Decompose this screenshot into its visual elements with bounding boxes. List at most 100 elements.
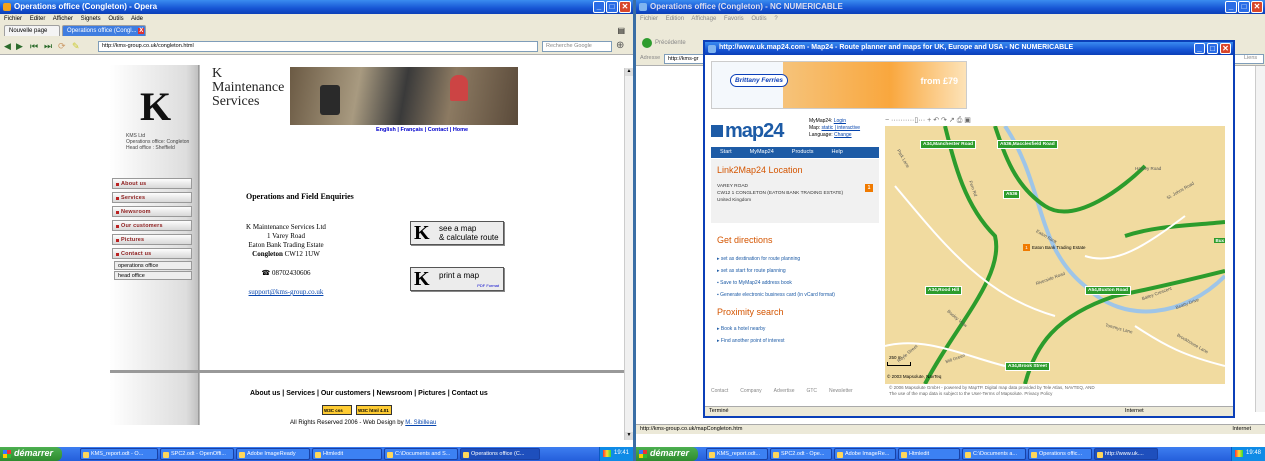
save-icon[interactable]: ▣ [964,117,971,124]
minimize-button[interactable]: _ [1194,43,1205,54]
map-mode-link[interactable]: static | interactive [822,125,861,131]
menu-aide[interactable]: Aide [131,16,143,22]
tab-operations-office[interactable]: Operations office (Congl... X [62,25,146,36]
menu-fichier[interactable]: Fichier [4,16,22,22]
taskbar-item[interactable]: KMS_report.odt - O... [80,448,158,460]
footer-about[interactable]: About us [250,390,280,397]
w3c-css-badge[interactable]: W3C css [322,405,352,415]
footer-newsroom[interactable]: Newsroom [377,390,413,397]
back-label[interactable]: Précédente [655,40,686,46]
nav-help[interactable]: Help [823,147,852,157]
menu-favoris[interactable]: Favoris [724,16,744,22]
nav-pictures[interactable]: Pictures [112,234,192,245]
link-english[interactable]: English [376,127,396,133]
footer-advertise[interactable]: Advertise [774,388,795,394]
menu-signets[interactable]: Signets [81,16,101,22]
footer-contact[interactable]: Contact [711,388,728,394]
dir-save-link[interactable]: ▪ Save to MyMap24 address book [717,277,835,289]
footer-company[interactable]: Company [740,388,761,394]
designer-link[interactable]: M. Sibilleau [405,420,436,426]
reload-icon[interactable]: ⟳ [58,41,66,52]
footer-gtc[interactable]: GTC [806,388,817,394]
footer-pictures[interactable]: Pictures [418,390,446,397]
nav-contact-us[interactable]: Contact us [112,248,192,259]
taskbar-item[interactable]: SPC2.odt - Ope... [770,448,832,460]
ad-banner[interactable]: Brittany Ferries from £79 [711,61,967,109]
menu-help[interactable]: ? [774,16,777,22]
tab-menu-icon[interactable]: ▤ [617,26,625,35]
subnav-head-office[interactable]: head office [114,271,192,280]
maximize-button[interactable]: □ [1238,1,1250,13]
close-button[interactable]: ✕ [1251,1,1263,13]
poi-link[interactable]: ▸ Find another point of interest [717,335,785,347]
hotel-link[interactable]: ▸ Book a hotel nearby [717,323,785,335]
menu-outils[interactable]: Outils [751,16,766,22]
footer-customers[interactable]: Our customers [321,390,371,397]
nav-about-us[interactable]: About us [112,178,192,189]
tab-new-page[interactable]: Nouvelle page [4,25,60,36]
print-map-button[interactable]: K print a map PDF Format [410,267,504,291]
taskbar-item[interactable]: Htmledit [898,448,960,460]
taskbar-item[interactable]: Operations offic... [1028,448,1092,460]
nav-newsroom[interactable]: Newsroom [112,206,192,217]
maximize-button[interactable]: □ [606,1,618,13]
zoom-slider[interactable]: ··········▯··· [891,117,925,124]
language-change-link[interactable]: Change [834,132,852,138]
nav-products[interactable]: Products [783,147,823,157]
back-icon[interactable]: ◀ [4,41,11,52]
nav-start[interactable]: Start [711,147,741,157]
poi-marker-icon[interactable]: 1 [1023,244,1030,251]
start-button[interactable]: démarrer [636,447,698,461]
taskbar-item[interactable]: SPC2.odt - OpenOffi... [160,448,234,460]
vertical-scrollbar[interactable]: ▲ ▼ [624,68,633,440]
minimize-button[interactable]: _ [1225,1,1237,13]
menu-afficher[interactable]: Afficher [53,16,73,22]
subnav-operations-office[interactable]: operations office [114,261,192,270]
taskbar-item[interactable]: Htmledit [312,448,382,460]
see-map-button[interactable]: K see a map & calculate route [410,221,504,245]
edit-icon[interactable]: ✎ [72,41,80,52]
close-button[interactable]: ✕ [619,1,631,13]
dir-vcard-link[interactable]: ▪ Generate electronic business card (in … [717,289,835,301]
taskbar-item[interactable]: C:\Documents a... [962,448,1026,460]
zoom-icon[interactable]: ⊕ [616,40,624,51]
link-contact[interactable]: Contact [428,127,448,133]
zoom-in-icon[interactable]: + [927,117,931,124]
taskbar-item-active[interactable]: Operations office (C... [460,448,540,460]
taskbar-item[interactable]: C:\Documents and S... [384,448,458,460]
zoom-out-icon[interactable]: − [885,117,889,124]
nav-our-customers[interactable]: Our customers [112,220,192,231]
support-email-link[interactable]: support@kms-group.co.uk [230,288,342,297]
nav-mymap24[interactable]: MyMap24 [741,147,783,157]
fast-forward-icon[interactable]: ⏭ [44,41,52,52]
link-home[interactable]: Home [453,127,468,133]
menu-editer[interactable]: Editer [30,16,46,22]
menu-affichage[interactable]: Affichage [691,16,716,22]
back-arrow-icon[interactable]: ↶ [933,117,939,124]
map-canvas[interactable]: A34,Manchester Road A536,Macclesfield Ro… [885,126,1225,384]
dir-destination-link[interactable]: ▸ set as destination for route planning [717,253,835,265]
link-francais[interactable]: Français [400,127,423,133]
maximize-button[interactable]: □ [1207,43,1218,54]
dir-start-link[interactable]: ▸ set as start for route planning [717,265,835,277]
search-field[interactable]: Recherche Google [542,41,612,52]
forward-arrow-icon[interactable]: ↷ [941,117,947,124]
close-button[interactable]: ✕ [1220,43,1231,54]
print-icon[interactable]: ⎙ [957,117,963,124]
login-link[interactable]: Login [834,118,846,124]
vertical-scrollbar[interactable] [1255,66,1265,412]
scroll-down-icon[interactable]: ▼ [625,432,633,440]
minimize-button[interactable]: _ [593,1,605,13]
links-label[interactable]: Liens [1244,55,1257,61]
w3c-html-badge[interactable]: W3C html 4.01 [356,405,392,415]
footer-newsletter[interactable]: Newsletter [829,388,853,394]
taskbar-item-active[interactable]: http://www.uk.... [1094,448,1158,460]
back-icon[interactable] [642,38,652,48]
start-button[interactable]: démarrer [0,447,62,461]
menu-edition[interactable]: Edition [666,16,684,22]
forward-icon[interactable]: ▶ [16,41,23,52]
address-field[interactable]: http://kms-group.co.uk/congleton.html [98,41,538,52]
menu-outils[interactable]: Outils [108,16,123,22]
tab-close-icon[interactable]: X [138,28,145,34]
footer-services[interactable]: Services [286,390,315,397]
